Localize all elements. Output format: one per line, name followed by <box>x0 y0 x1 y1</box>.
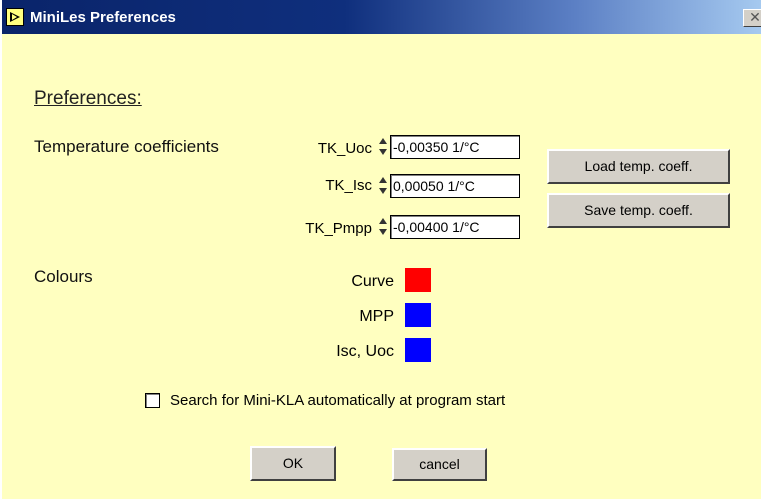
preferences-window: MiniLes Preferences ✕ Preferences: Tempe… <box>0 0 761 499</box>
ok-button[interactable]: OK <box>250 446 336 481</box>
mpp-color-label: MPP <box>359 308 394 325</box>
cancel-button[interactable]: cancel <box>392 448 487 481</box>
increment-icon[interactable] <box>379 138 387 144</box>
tk-uoc-spinner[interactable] <box>377 135 388 159</box>
decrement-icon[interactable] <box>379 149 387 155</box>
search-mini-kla-label: Search for Mini-KLA automatically at pro… <box>170 392 506 409</box>
decrement-icon[interactable] <box>379 188 387 194</box>
tk-uoc-label: TK_Uoc <box>317 140 372 157</box>
search-mini-kla-checkbox[interactable] <box>145 393 160 408</box>
tk-pmpp-spinner[interactable] <box>377 215 388 239</box>
curve-color-label: Curve <box>351 273 394 290</box>
app-icon <box>6 8 24 26</box>
tk-pmpp-input[interactable]: -0,00400 1/°C <box>390 215 520 239</box>
tk-isc-input[interactable]: 0,00050 1/°C <box>390 174 520 198</box>
save-temp-coeff-button[interactable]: Save temp. coeff. <box>547 193 730 228</box>
increment-icon[interactable] <box>379 177 387 183</box>
window-bottom-edge <box>2 494 761 499</box>
title-bar[interactable]: MiniLes Preferences ✕ <box>2 0 761 34</box>
isc-uoc-color-swatch[interactable] <box>405 338 431 362</box>
load-temp-coeff-button[interactable]: Load temp. coeff. <box>547 149 730 184</box>
temperature-section-label: Temperature coefficients <box>34 137 219 156</box>
tk-uoc-input[interactable]: -0,00350 1/°C <box>390 135 520 159</box>
colours-section-label: Colours <box>34 267 93 286</box>
curve-color-swatch[interactable] <box>405 268 431 292</box>
window-title: MiniLes Preferences <box>30 9 176 26</box>
preferences-heading: Preferences: <box>34 88 142 109</box>
decrement-icon[interactable] <box>379 229 387 235</box>
close-icon[interactable]: ✕ <box>743 9 761 27</box>
increment-icon[interactable] <box>379 218 387 224</box>
isc-uoc-color-label: Isc, Uoc <box>336 343 394 360</box>
tk-pmpp-label: TK_Pmpp <box>305 220 372 237</box>
tk-isc-label: TK_Isc <box>325 177 372 194</box>
tk-isc-spinner[interactable] <box>377 174 388 198</box>
mpp-color-swatch[interactable] <box>405 303 431 327</box>
